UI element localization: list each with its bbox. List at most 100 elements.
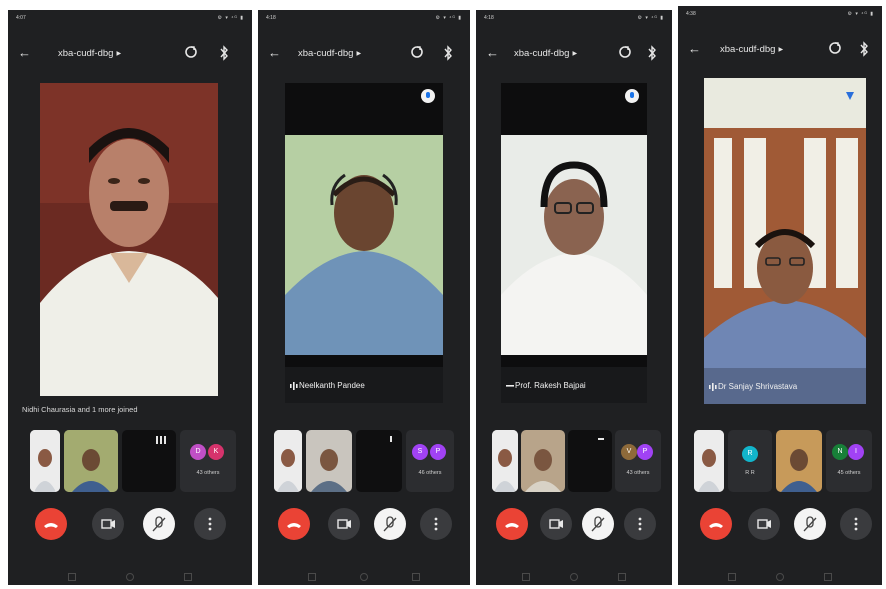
participant-thumbnail bbox=[776, 430, 822, 492]
switch-camera-icon[interactable] bbox=[828, 41, 842, 55]
back-arrow-icon[interactable]: ← bbox=[688, 42, 701, 56]
avatar: N bbox=[832, 444, 848, 460]
meeting-header: ← xba-cudf-dbg ▶ bbox=[8, 40, 252, 68]
switch-camera-icon[interactable] bbox=[618, 45, 632, 59]
more-options-button[interactable] bbox=[840, 508, 872, 540]
avatar: S bbox=[412, 444, 428, 460]
participant-tile[interactable]: R R R bbox=[728, 430, 772, 492]
mic-toggle-button[interactable] bbox=[143, 508, 175, 540]
nav-recents-icon[interactable] bbox=[522, 573, 530, 581]
others-tile[interactable]: N I 45 others bbox=[826, 430, 872, 492]
participant-tile[interactable] bbox=[776, 430, 822, 492]
system-nav-bar bbox=[476, 570, 672, 584]
meeting-code[interactable]: xba-cudf-dbg ▶ bbox=[58, 48, 121, 59]
bluetooth-icon[interactable] bbox=[442, 45, 454, 61]
nav-recents-icon[interactable] bbox=[728, 573, 736, 581]
name-bar: Dr Sanjay Shrivastava bbox=[704, 368, 866, 404]
nav-back-icon[interactable] bbox=[412, 573, 420, 581]
phone-screen-1: 4:07 ⚙ ▾ ⁴ᴳ ▮ ← xba-cudf-dbg ▶ Nidhi Chau… bbox=[8, 10, 252, 585]
participant-name: Neelkanth Pandee bbox=[299, 381, 365, 390]
status-time: 4:18 bbox=[484, 15, 494, 21]
system-nav-bar bbox=[8, 570, 252, 584]
video-camera-icon bbox=[549, 519, 563, 529]
more-options-button[interactable] bbox=[420, 508, 452, 540]
participant-tile-self[interactable] bbox=[30, 430, 60, 492]
meeting-header: ← xba-cudf-dbg ▶ bbox=[476, 40, 672, 68]
end-call-button[interactable] bbox=[278, 508, 310, 540]
meeting-code-text: xba-cudf-dbg bbox=[720, 44, 776, 55]
camera-toggle-button[interactable] bbox=[540, 508, 572, 540]
bluetooth-icon[interactable] bbox=[858, 41, 870, 57]
more-options-button[interactable] bbox=[194, 508, 226, 540]
end-call-button[interactable] bbox=[35, 508, 67, 540]
video-camera-icon bbox=[101, 519, 115, 529]
others-tile[interactable]: V P 43 others bbox=[615, 430, 661, 492]
nav-home-icon[interactable] bbox=[776, 573, 784, 581]
main-participant-video[interactable]: Neelkanth Pandee bbox=[285, 83, 443, 403]
main-participant-video[interactable]: Prof. Rakesh Bajpai bbox=[501, 83, 647, 403]
avatar: P bbox=[637, 444, 653, 460]
main-participant-video[interactable] bbox=[40, 83, 218, 396]
back-arrow-icon[interactable]: ← bbox=[486, 46, 499, 60]
participant-strip: S P 46 others bbox=[274, 430, 460, 492]
mic-toggle-button[interactable] bbox=[374, 508, 406, 540]
participant-tile-self[interactable] bbox=[274, 430, 302, 492]
switch-camera-icon[interactable] bbox=[184, 45, 198, 59]
bluetooth-icon[interactable] bbox=[218, 45, 230, 61]
camera-toggle-button[interactable] bbox=[92, 508, 124, 540]
avatar: R bbox=[742, 446, 758, 462]
participant-tile[interactable] bbox=[64, 430, 118, 492]
switch-camera-icon[interactable] bbox=[410, 45, 424, 59]
nav-back-icon[interactable] bbox=[824, 573, 832, 581]
status-time: 4:07 bbox=[16, 15, 26, 21]
participant-strip: V P 43 others bbox=[492, 430, 664, 492]
participant-tile-dark[interactable] bbox=[122, 430, 176, 492]
status-icons: ⚙ ▾ ⁴ᴳ ▮ bbox=[217, 15, 244, 21]
system-nav-bar bbox=[258, 570, 470, 584]
participant-tile-self[interactable] bbox=[694, 430, 724, 492]
phone-hangup-icon bbox=[709, 523, 723, 528]
mic-active-icon bbox=[625, 89, 639, 103]
nav-home-icon[interactable] bbox=[126, 573, 134, 581]
nav-home-icon[interactable] bbox=[360, 573, 368, 581]
participant-tile-self[interactable] bbox=[492, 430, 518, 492]
bluetooth-icon[interactable] bbox=[646, 45, 658, 61]
status-icons: ⚙ ▾ ⁴ᴳ ▮ bbox=[847, 11, 874, 17]
more-vert-icon bbox=[208, 517, 212, 531]
name-bar: Prof. Rakesh Bajpai bbox=[501, 367, 647, 403]
others-tile[interactable]: D K 43 others bbox=[180, 430, 236, 492]
nav-home-icon[interactable] bbox=[570, 573, 578, 581]
mic-toggle-button[interactable] bbox=[794, 508, 826, 540]
others-tile[interactable]: S P 46 others bbox=[406, 430, 454, 492]
back-arrow-icon[interactable]: ← bbox=[268, 46, 281, 60]
participant-tile[interactable] bbox=[306, 430, 352, 492]
participant-tile[interactable] bbox=[521, 430, 565, 492]
meeting-code[interactable]: xba-cudf-dbg ▶ bbox=[720, 44, 783, 55]
mic-toggle-button[interactable] bbox=[582, 508, 614, 540]
main-participant-video[interactable]: Dr Sanjay Shrivastava bbox=[704, 78, 866, 404]
back-arrow-icon[interactable]: ← bbox=[18, 46, 31, 60]
meeting-code[interactable]: xba-cudf-dbg ▶ bbox=[298, 48, 361, 59]
nav-back-icon[interactable] bbox=[184, 573, 192, 581]
phone-hangup-icon bbox=[287, 523, 301, 528]
name-bar: Neelkanth Pandee bbox=[285, 367, 443, 403]
participant-tile-dark[interactable] bbox=[568, 430, 612, 492]
audio-level-icon bbox=[156, 436, 166, 444]
caret-right-icon: ▶ bbox=[778, 47, 784, 53]
mic-off-icon bbox=[591, 516, 605, 532]
meeting-code[interactable]: xba-cudf-dbg ▶ bbox=[514, 48, 577, 59]
participant-portrait bbox=[285, 135, 443, 355]
nav-recents-icon[interactable] bbox=[308, 573, 316, 581]
camera-toggle-button[interactable] bbox=[328, 508, 360, 540]
nav-back-icon[interactable] bbox=[618, 573, 626, 581]
others-count: 43 others bbox=[626, 470, 650, 476]
end-call-button[interactable] bbox=[700, 508, 732, 540]
nav-recents-icon[interactable] bbox=[68, 573, 76, 581]
meeting-code-text: xba-cudf-dbg bbox=[514, 48, 570, 59]
more-options-button[interactable] bbox=[624, 508, 656, 540]
phone-hangup-icon bbox=[44, 523, 58, 528]
camera-toggle-button[interactable] bbox=[748, 508, 780, 540]
avatar: V bbox=[621, 444, 637, 460]
end-call-button[interactable] bbox=[496, 508, 528, 540]
participant-tile-dark[interactable] bbox=[356, 430, 402, 492]
